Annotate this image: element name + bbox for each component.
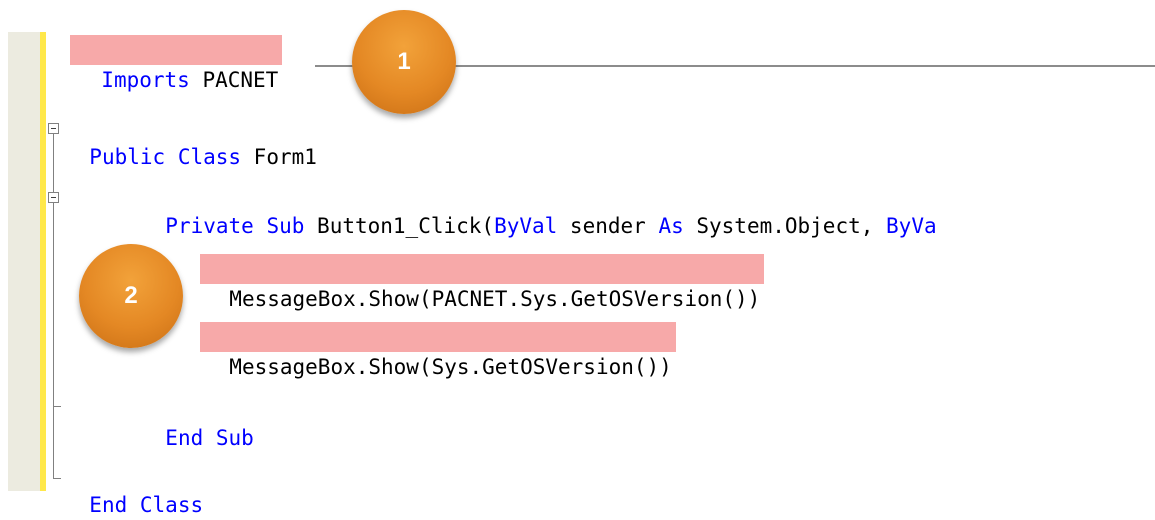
keyword-class: Class [177,145,242,169]
code-line-sub-declaration: Private Sub Button1_Click(ByVal sender A… [140,181,936,238]
keyword-sub: Sub [266,214,305,238]
keyword-as: As [658,214,684,238]
sub-signature-part2: sender [557,214,659,238]
outline-line-class [53,134,54,478]
keyword-byval-truncated: ByVa [886,214,937,238]
keyword-byval: ByVal [494,214,558,238]
messagebox-call-1: MessageBox.Show(PACNET.Sys.GetOSVersion(… [229,287,761,311]
keyword-imports: Imports [101,68,190,92]
callout-number-1: 1 [397,48,411,75]
change-tracking-bar [40,32,46,491]
imports-namespace: PACNET [189,68,279,92]
keyword-end-class-class: Class [139,493,204,517]
collapse-class-icon[interactable] [48,123,59,134]
collapse-sub-icon[interactable] [48,192,59,203]
callout-badge-2: 2 [79,244,183,348]
class-name: Form1 [241,145,317,169]
code-line-end-class: End Class [64,460,203,517]
code-line-messagebox-sys: MessageBox.Show(Sys.GetOSVersion()) [200,322,676,379]
sub-signature-part1: Button1_Click( [304,214,495,238]
keyword-end: End [165,426,204,450]
code-line-class-declaration: Public Class Form1 [64,112,317,169]
messagebox-call-2: MessageBox.Show(Sys.GetOSVersion()) [229,355,672,379]
keyword-private: Private [165,214,254,238]
keyword-sub-end: Sub [215,426,254,450]
code-line-end-sub: End Sub [140,393,254,450]
outline-tick-end-sub [53,406,61,407]
keyword-end-class-end: End [89,493,128,517]
code-line-imports: Imports PACNET [70,35,283,92]
callout-number-2: 2 [124,282,138,309]
code-line-messagebox-pacnet: MessageBox.Show(PACNET.Sys.GetOSVersion(… [200,254,765,311]
outline-tick-end-class [53,478,61,479]
sub-signature-part3: System.Object, [683,214,887,238]
keyword-public: Public [89,145,166,169]
callout-badge-1: 1 [352,10,456,114]
